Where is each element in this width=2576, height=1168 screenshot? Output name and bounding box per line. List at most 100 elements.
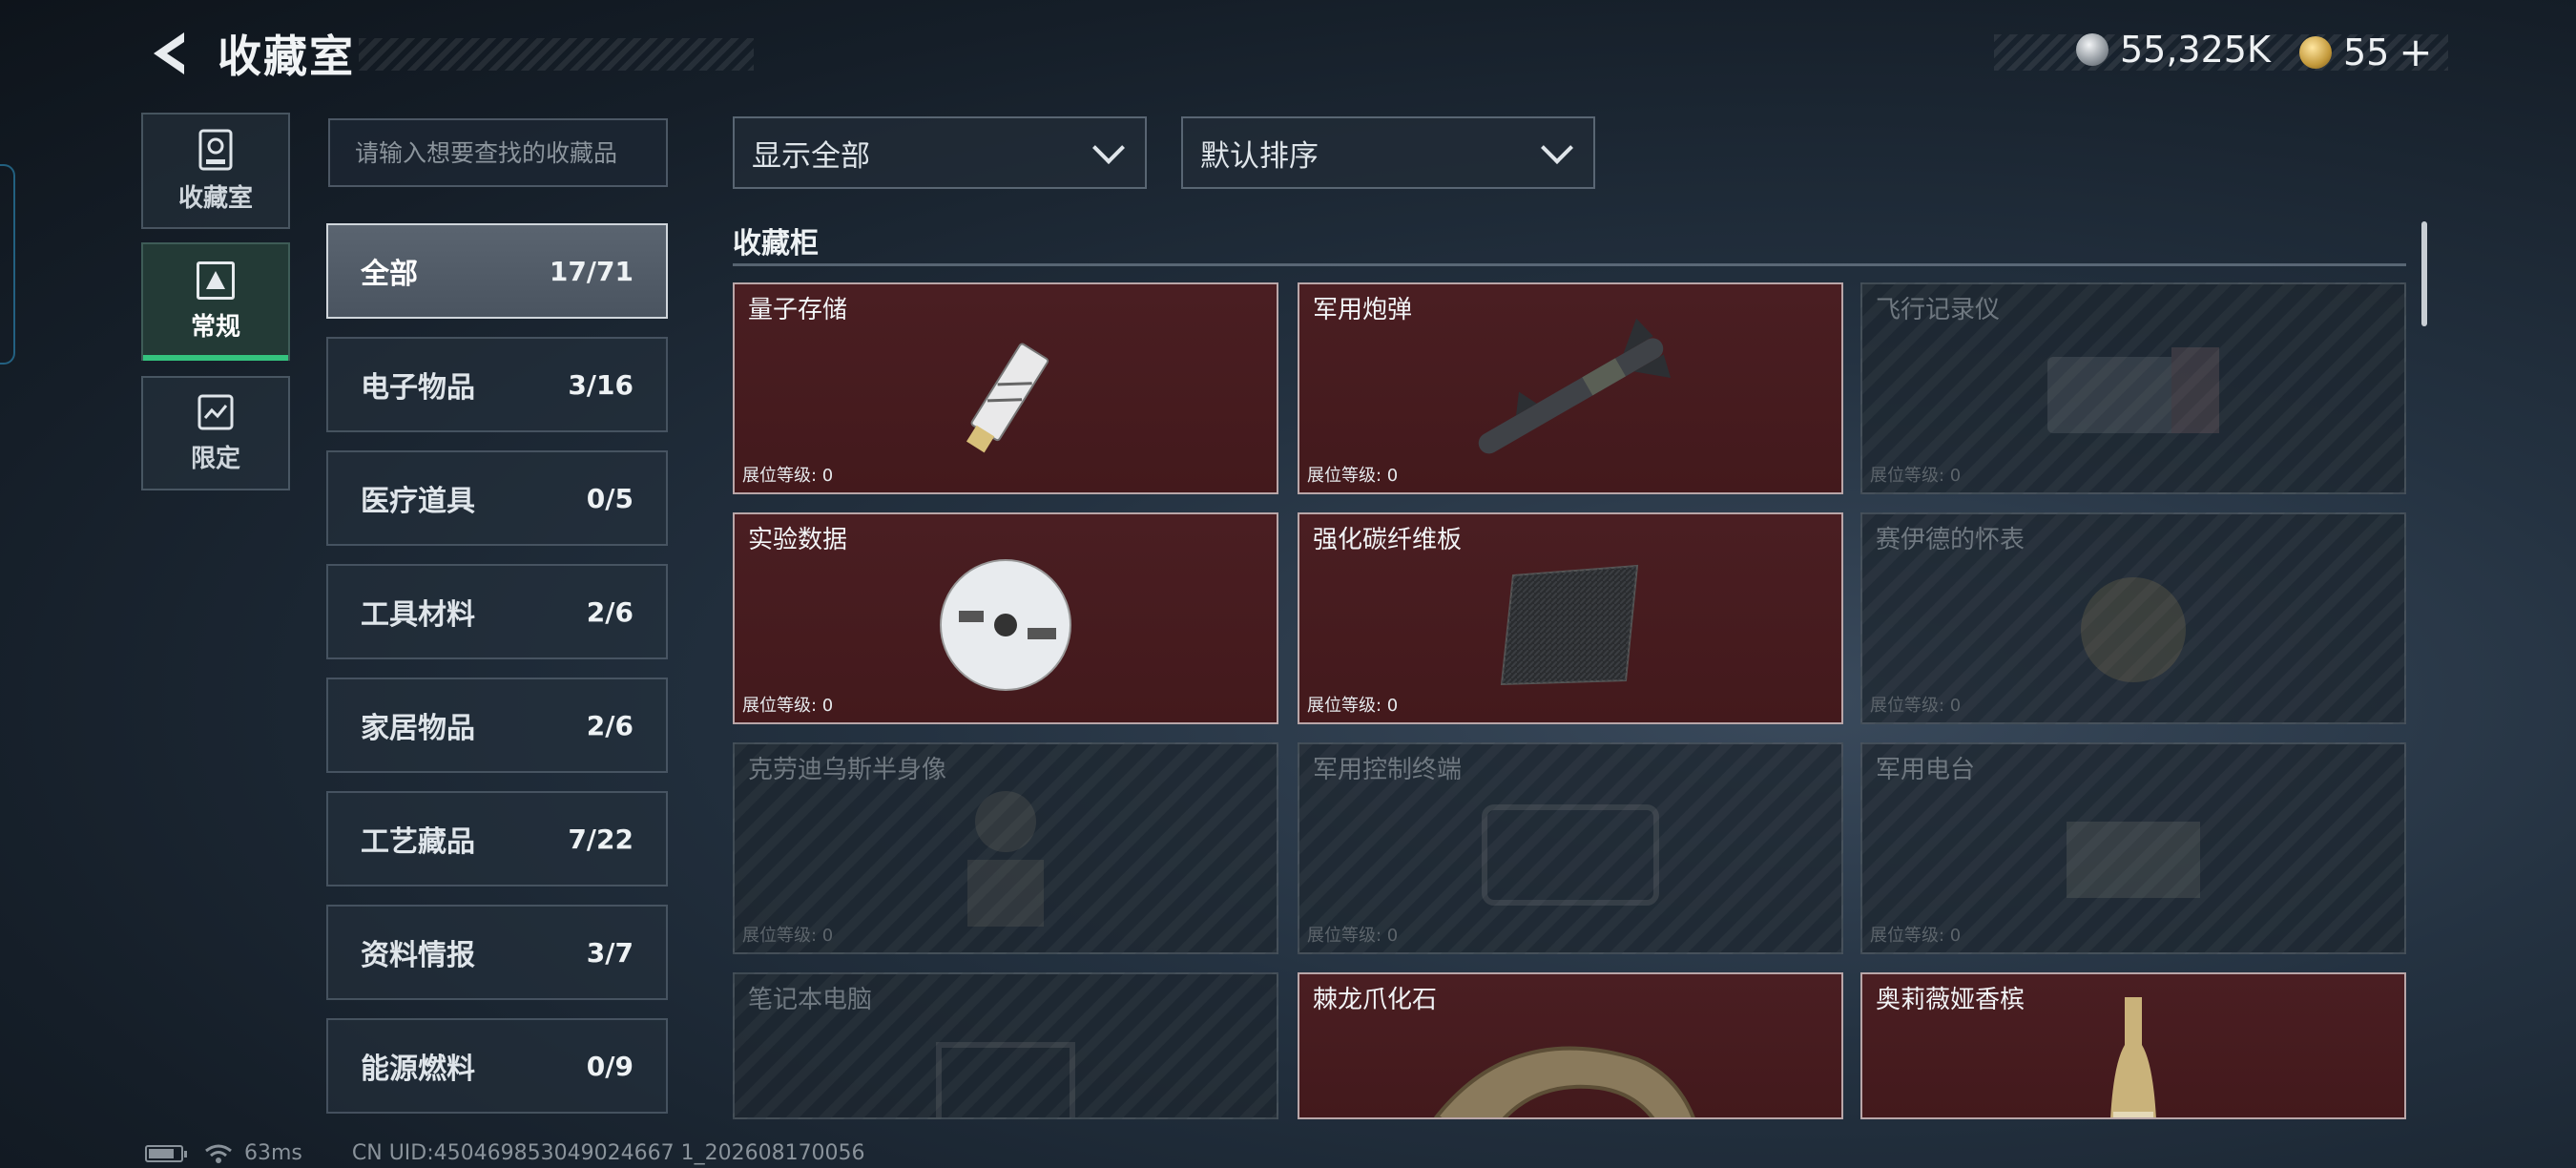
category-item[interactable]: 医疗道具 0/5 [326, 450, 668, 546]
item-name: 奥莉薇娅香槟 [1876, 986, 2025, 1014]
category-count: 0/9 [586, 1050, 634, 1082]
collection-item-card[interactable]: 军用炮弹展位等级: 0 [1298, 282, 1843, 494]
category-count: 17/71 [549, 255, 634, 287]
gold-currency: 55 + [2299, 29, 2433, 75]
ping-value: 63ms [244, 1141, 302, 1165]
nav-label: 限定 [190, 444, 240, 473]
limited-icon [197, 394, 234, 429]
radio-icon [2038, 793, 2229, 921]
category-count: 0/5 [586, 482, 634, 514]
item-name: 赛伊德的怀表 [1876, 526, 2025, 554]
category-label: 医疗道具 [361, 485, 475, 518]
collection-item-card[interactable]: 军用控制终端展位等级: 0 [1298, 742, 1843, 954]
display-level: 展位等级: 0 [1307, 696, 1399, 716]
sort-value: 默认排序 [1200, 138, 1319, 174]
nav-collection-room[interactable]: 收藏室 [141, 113, 290, 229]
display-level: 展位等级: 0 [1870, 696, 1962, 716]
laptop-icon [910, 1035, 1101, 1117]
nav-label: 收藏室 [177, 183, 253, 213]
gold-coin-icon [2299, 35, 2332, 69]
category-count: 7/22 [568, 823, 634, 855]
carbon-plate-icon [1494, 558, 1647, 696]
item-name: 军用控制终端 [1313, 756, 1463, 784]
display-level: 展位等级: 0 [1870, 926, 1962, 946]
category-item[interactable]: 家居物品 2/6 [326, 678, 668, 773]
title-stripe [359, 38, 754, 71]
pocket-watch-icon [2067, 558, 2200, 696]
category-item[interactable]: 能源燃料 0/9 [326, 1018, 668, 1114]
collection-item-card[interactable]: 量子存储展位等级: 0 [733, 282, 1278, 494]
champagne-icon [2100, 997, 2167, 1117]
display-level: 展位等级: 0 [1870, 466, 1962, 486]
nav-label: 常规 [190, 312, 240, 342]
display-level: 展位等级: 0 [742, 696, 834, 716]
header: 收藏室 [143, 25, 754, 82]
category-label: 工艺藏品 [361, 825, 475, 859]
category-label: 资料情报 [361, 939, 475, 972]
add-currency-button[interactable]: + [2399, 29, 2432, 75]
collection-item-card[interactable]: 军用电台展位等级: 0 [1860, 742, 2406, 954]
show-filter-dropdown[interactable]: 显示全部 [733, 116, 1147, 189]
nav-regular[interactable]: 常规 [141, 242, 290, 361]
battery-icon [145, 1144, 187, 1162]
missile-icon [1446, 318, 1694, 475]
flight-recorder-icon [2028, 338, 2238, 456]
collection-item-card[interactable]: 克劳迪乌斯半身像 展位等级: 0 [733, 742, 1278, 954]
item-name: 实验数据 [748, 526, 848, 554]
search-input[interactable] [328, 118, 668, 187]
usb-drive-icon [934, 333, 1077, 461]
item-name: 飞行记录仪 [1876, 296, 2001, 324]
category-count: 2/6 [586, 709, 634, 741]
category-item[interactable]: 全部 17/71 [326, 223, 668, 319]
collection-item-card[interactable]: 棘龙爪化石 [1298, 972, 1843, 1119]
sort-dropdown[interactable]: 默认排序 [1181, 116, 1595, 189]
collection-item-card[interactable]: 赛伊德的怀表展位等级: 0 [1860, 512, 2406, 724]
status-footer: 63ms CN UID:450469853049024667 1_2026081… [145, 1141, 865, 1165]
category-label: 电子物品 [361, 371, 475, 405]
display-level: 展位等级: 0 [1307, 926, 1399, 946]
wifi-icon [205, 1144, 232, 1163]
category-item[interactable]: 工具材料 2/6 [326, 564, 668, 659]
regular-icon [197, 261, 235, 300]
category-item[interactable]: 工艺藏品 7/22 [326, 791, 668, 886]
triangle-icon [206, 270, 225, 289]
back-arrow-icon [154, 32, 184, 74]
show-filter-value: 显示全部 [752, 138, 870, 174]
disc-icon [934, 553, 1077, 700]
uid-text: CN UID:450469853049024667 1_202608170056 [351, 1141, 865, 1165]
collection-item-card[interactable]: 飞行记录仪展位等级: 0 [1860, 282, 2406, 494]
display-level: 展位等级: 0 [1307, 466, 1399, 486]
category-count: 3/16 [568, 368, 634, 401]
page-title: 收藏室 [218, 31, 355, 82]
silver-coin-icon [2076, 33, 2109, 66]
item-name: 量子存储 [748, 296, 848, 324]
scrollbar[interactable] [2421, 221, 2427, 326]
bust-icon [948, 774, 1063, 940]
collection-item-card[interactable]: 笔记本电脑 [733, 972, 1278, 1119]
side-drawer-tab[interactable] [0, 164, 15, 365]
collection-item-card[interactable]: 实验数据展位等级: 0 [733, 512, 1278, 724]
category-item[interactable]: 电子物品 3/16 [326, 337, 668, 432]
item-name: 强化碳纤维板 [1313, 526, 1463, 554]
category-item[interactable]: 资料情报 3/7 [326, 905, 668, 1000]
section-title: 收藏柜 [733, 227, 819, 261]
category-label: 工具材料 [361, 598, 475, 632]
item-name: 军用电台 [1876, 756, 1976, 784]
collection-item-card[interactable]: 奥莉薇娅香槟 [1860, 972, 2406, 1119]
back-button[interactable] [143, 26, 193, 81]
item-name: 克劳迪乌斯半身像 [748, 756, 947, 784]
item-name: 棘龙爪化石 [1313, 986, 1438, 1014]
category-label: 家居物品 [361, 712, 475, 745]
control-terminal-icon [1475, 798, 1666, 916]
nav-limited[interactable]: 限定 [141, 376, 290, 490]
collection-item-card[interactable]: 强化碳纤维板展位等级: 0 [1298, 512, 1843, 724]
display-level: 展位等级: 0 [742, 466, 834, 486]
chevron-down-icon [1541, 132, 1573, 164]
collection-room-icon [198, 129, 233, 170]
silver-currency: 55,325K [2076, 29, 2271, 71]
silver-amount: 55,325K [2120, 29, 2271, 71]
item-name: 军用炮弹 [1313, 296, 1413, 324]
gold-amount: 55 [2343, 31, 2390, 73]
category-count: 3/7 [586, 936, 634, 969]
category-label: 全部 [361, 258, 418, 291]
